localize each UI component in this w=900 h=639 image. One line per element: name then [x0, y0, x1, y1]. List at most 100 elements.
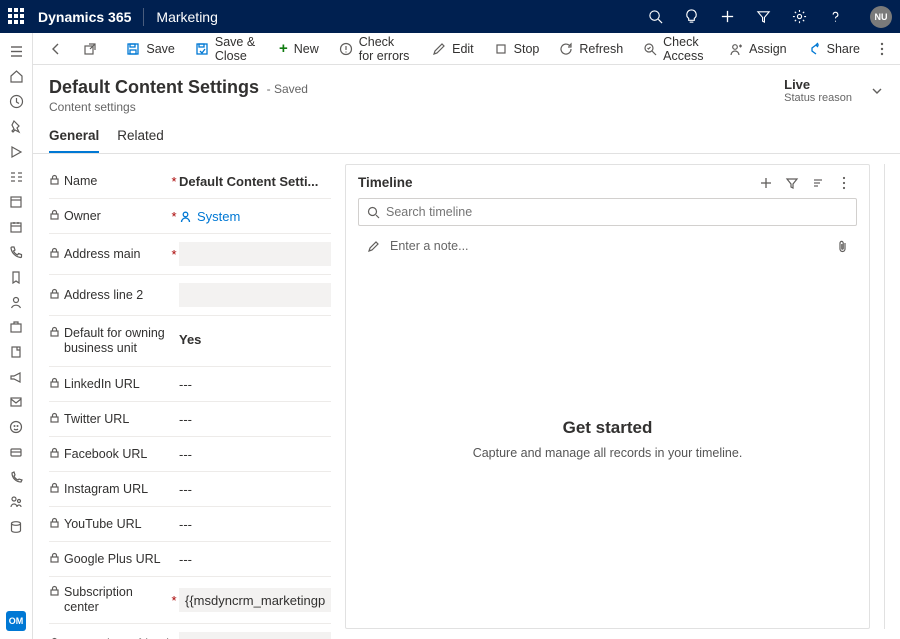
- refresh-label: Refresh: [579, 42, 623, 56]
- nav-calendar-icon[interactable]: [0, 214, 33, 239]
- nav-bookmark-icon[interactable]: [0, 264, 33, 289]
- value-google-plus: ---: [179, 552, 331, 567]
- add-icon[interactable]: [718, 8, 736, 26]
- field-forward-friend[interactable]: Forward to a friend: [49, 624, 331, 639]
- settings-icon[interactable]: [790, 8, 808, 26]
- form-tabs: General Related: [33, 114, 900, 154]
- lock-icon: [49, 517, 60, 528]
- check-errors-button[interactable]: Check for errors: [331, 33, 420, 64]
- filter-icon[interactable]: [754, 8, 772, 26]
- label-default-owning-bu: Default for owning business unit: [64, 326, 169, 356]
- nav-home-icon[interactable]: [0, 64, 33, 89]
- save-close-label: Save & Close: [215, 35, 259, 63]
- save-button[interactable]: Save: [118, 33, 183, 64]
- timeline-add-button[interactable]: [753, 176, 779, 190]
- idea-icon[interactable]: [682, 8, 700, 26]
- nav-play-icon[interactable]: [0, 139, 33, 164]
- label-owner: Owner: [64, 209, 101, 224]
- field-linkedin[interactable]: LinkedIn URL ---: [49, 367, 331, 402]
- app-launcher-icon[interactable]: [8, 8, 26, 26]
- open-new-window-button[interactable]: [75, 33, 105, 64]
- nav-contact-icon[interactable]: [0, 289, 33, 314]
- lock-icon: [49, 377, 60, 388]
- note-placeholder: Enter a note...: [390, 239, 827, 253]
- field-address-line-2[interactable]: Address line 2: [49, 275, 331, 316]
- scrollbar[interactable]: [884, 164, 890, 629]
- field-instagram[interactable]: Instagram URL ---: [49, 472, 331, 507]
- value-youtube: ---: [179, 517, 331, 532]
- nav-menu-icon[interactable]: [0, 39, 33, 64]
- nav-recent-icon[interactable]: [0, 89, 33, 114]
- value-address-line-2[interactable]: [179, 283, 331, 307]
- lock-icon: [49, 482, 60, 493]
- label-linkedin: LinkedIn URL: [64, 377, 140, 392]
- nav-journey-icon[interactable]: [0, 189, 33, 214]
- label-address-main: Address main: [64, 247, 140, 262]
- field-address-main[interactable]: Address main *: [49, 234, 331, 275]
- label-instagram: Instagram URL: [64, 482, 148, 497]
- lock-icon: [49, 447, 60, 458]
- command-overflow-button[interactable]: [872, 42, 892, 56]
- value-subscription-center[interactable]: {{msdyncrm_marketingp: [179, 588, 331, 612]
- pencil-icon: [367, 240, 380, 253]
- tab-related[interactable]: Related: [117, 128, 164, 153]
- attachment-icon[interactable]: [837, 240, 848, 253]
- timeline-sort-button[interactable]: [805, 176, 831, 190]
- field-twitter[interactable]: Twitter URL ---: [49, 402, 331, 437]
- share-label: Share: [827, 42, 860, 56]
- assign-label: Assign: [749, 42, 787, 56]
- value-address-main[interactable]: [179, 242, 331, 266]
- field-youtube[interactable]: YouTube URL ---: [49, 507, 331, 542]
- nav-card-icon[interactable]: [0, 439, 33, 464]
- timeline-note-input[interactable]: Enter a note...: [358, 232, 857, 260]
- label-subscription-center: Subscription center: [64, 585, 169, 615]
- timeline-search-input[interactable]: [386, 205, 848, 219]
- field-name[interactable]: Name * Default Content Setti...: [49, 164, 331, 199]
- check-access-button[interactable]: Check Access: [635, 33, 717, 64]
- command-bar: Save Save & Close +New Check for errors …: [33, 33, 900, 65]
- field-subscription-center[interactable]: Subscription center * {{msdyncrm_marketi…: [49, 577, 331, 624]
- nav-megaphone-icon[interactable]: [0, 364, 33, 389]
- timeline-search[interactable]: [358, 198, 857, 226]
- value-default-owning-bu: Yes: [179, 326, 331, 347]
- area-switcher-badge[interactable]: OM: [6, 611, 26, 631]
- timeline-more-button[interactable]: [831, 176, 857, 190]
- field-owner[interactable]: Owner * System: [49, 199, 331, 234]
- save-close-button[interactable]: Save & Close: [187, 33, 267, 64]
- refresh-button[interactable]: Refresh: [551, 33, 631, 64]
- lock-icon: [49, 247, 60, 258]
- value-owner[interactable]: System: [179, 209, 331, 224]
- field-facebook[interactable]: Facebook URL ---: [49, 437, 331, 472]
- lock-icon: [49, 552, 60, 563]
- value-forward-friend[interactable]: [179, 632, 331, 639]
- nav-pinned-icon[interactable]: [0, 114, 33, 139]
- nav-accounts-icon[interactable]: [0, 314, 33, 339]
- timeline-filter-button[interactable]: [779, 176, 805, 190]
- share-button[interactable]: Share: [799, 33, 868, 64]
- status-value: Live: [784, 77, 852, 92]
- nav-parent-icon[interactable]: [0, 489, 33, 514]
- assign-button[interactable]: Assign: [721, 33, 795, 64]
- check-errors-label: Check for errors: [359, 35, 412, 63]
- field-google-plus[interactable]: Google Plus URL ---: [49, 542, 331, 577]
- tab-general[interactable]: General: [49, 128, 99, 153]
- edit-button[interactable]: Edit: [424, 33, 482, 64]
- new-button[interactable]: +New: [271, 33, 327, 64]
- search-icon[interactable]: [646, 8, 664, 26]
- timeline-empty-title: Get started: [563, 418, 653, 438]
- nav-db-icon[interactable]: [0, 514, 33, 539]
- nav-tasks-icon[interactable]: [0, 164, 33, 189]
- nav-phone-icon[interactable]: [0, 239, 33, 264]
- nav-mail-icon[interactable]: [0, 389, 33, 414]
- help-icon[interactable]: [826, 8, 844, 26]
- header-chevron-icon[interactable]: [870, 84, 884, 98]
- nav-call-icon[interactable]: [0, 464, 33, 489]
- stop-button[interactable]: Stop: [486, 33, 548, 64]
- back-button[interactable]: [41, 33, 71, 64]
- field-default-owning-bu[interactable]: Default for owning business unit Yes: [49, 316, 331, 367]
- nav-report-icon[interactable]: [0, 339, 33, 364]
- nav-smile-icon[interactable]: [0, 414, 33, 439]
- user-avatar[interactable]: NU: [870, 6, 892, 28]
- value-instagram: ---: [179, 482, 331, 497]
- timeline-panel: Timeline Enter a note... Get started: [345, 164, 870, 629]
